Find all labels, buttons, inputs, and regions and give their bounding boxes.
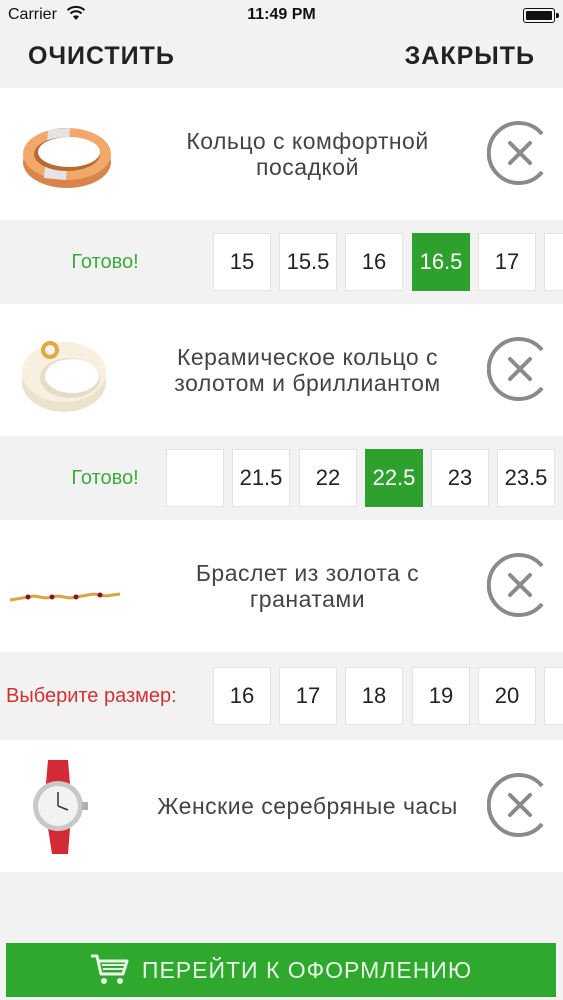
size-option[interactable] bbox=[166, 449, 224, 507]
size-option[interactable]: 21.5 bbox=[232, 449, 290, 507]
size-option[interactable]: 18 bbox=[345, 667, 403, 725]
size-selector: Готово! 21.5 22 22.5 23 23.5 bbox=[0, 436, 563, 520]
remove-item-button[interactable] bbox=[487, 772, 553, 838]
size-option[interactable]: 16 bbox=[345, 233, 403, 291]
cart-item: Женские серебряные часы bbox=[0, 740, 563, 872]
size-option[interactable]: 20 bbox=[478, 667, 536, 725]
item-name: Кольцо с комфортной посадкой bbox=[186, 128, 429, 180]
remove-item-button[interactable] bbox=[487, 120, 553, 186]
checkout-button[interactable]: ПЕРЕЙТИ К ОФОРМЛЕНИЮ bbox=[6, 943, 556, 997]
size-option-selected[interactable]: 22.5 bbox=[365, 449, 423, 507]
checkout-label: ПЕРЕЙТИ К ОФОРМЛЕНИЮ bbox=[141, 956, 473, 983]
battery-icon bbox=[523, 8, 559, 23]
cart-icon bbox=[90, 954, 129, 984]
bracelet-image bbox=[9, 592, 121, 602]
cart-item: Керамическое кольцо с золотом и бриллиан… bbox=[0, 304, 563, 436]
item-name: Женские серебряные часы bbox=[157, 793, 458, 819]
status-bar: Carrier 11:49 PM bbox=[0, 0, 563, 30]
size-selector: Готово! 15 15.5 16 16.5 17 1 bbox=[0, 220, 563, 304]
size-option[interactable]: 15.5 bbox=[279, 233, 337, 291]
size-option[interactable]: 22 bbox=[299, 449, 357, 507]
clock: 11:49 PM bbox=[247, 6, 316, 23]
size-option[interactable]: 17 bbox=[478, 233, 536, 291]
size-option[interactable]: 19 bbox=[412, 667, 470, 725]
size-selector: Выберите размер: 16 17 18 19 20 bbox=[0, 654, 563, 738]
clear-button[interactable]: ОЧИСТИТЬ bbox=[28, 42, 175, 71]
top-bar: ОЧИСТИТЬ ЗАКРЫТЬ bbox=[0, 30, 563, 88]
ceramic-ring-image bbox=[22, 341, 106, 412]
close-button[interactable]: ЗАКРЫТЬ bbox=[405, 42, 535, 71]
watch-image bbox=[33, 760, 88, 854]
size-option-selected[interactable]: 16.5 bbox=[412, 233, 470, 291]
remove-item-button[interactable] bbox=[487, 552, 553, 618]
cart-item: Браслет из золота с гранатами bbox=[0, 520, 563, 652]
remove-item-button[interactable] bbox=[487, 336, 553, 402]
item-name: Керамическое кольцо с золотом и бриллиан… bbox=[174, 344, 441, 396]
size-option[interactable]: 1 bbox=[544, 233, 563, 291]
list-footer-space bbox=[0, 872, 563, 942]
size-option[interactable]: 17 bbox=[279, 667, 337, 725]
size-option[interactable]: 16 bbox=[213, 667, 271, 725]
size-option[interactable] bbox=[544, 667, 563, 725]
item-name: Браслет из золота с гранатами bbox=[195, 560, 420, 612]
size-option[interactable]: 23 bbox=[431, 449, 489, 507]
size-option[interactable]: 15 bbox=[213, 233, 271, 291]
size-option[interactable]: 23.5 bbox=[497, 449, 555, 507]
cart-item: Кольцо с комфортной посадкой bbox=[0, 88, 563, 220]
gold-ring-image bbox=[23, 128, 111, 188]
